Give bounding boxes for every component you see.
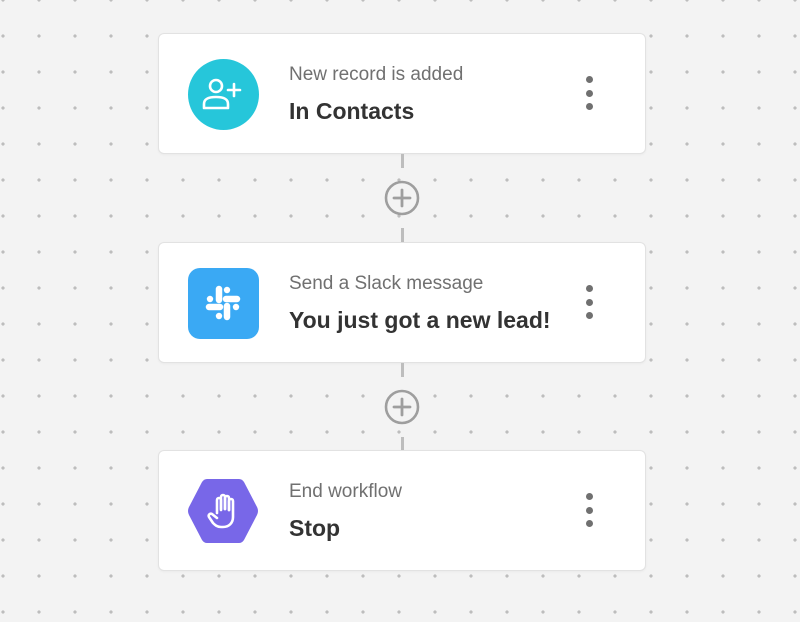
step-subtitle: Send a Slack message bbox=[289, 273, 484, 294]
workflow-step-end[interactable]: End workflow Stop bbox=[158, 450, 646, 571]
more-vertical-icon-dot bbox=[585, 520, 593, 527]
workflow-canvas[interactable]: New record is added In Contacts Send a S… bbox=[0, 0, 800, 622]
workflow-step-trigger[interactable]: New record is added In Contacts bbox=[158, 33, 646, 154]
step-icon-container bbox=[187, 267, 259, 339]
connector-line bbox=[401, 363, 404, 377]
step-icon-container bbox=[187, 58, 259, 130]
step-title: In Contacts bbox=[289, 98, 415, 124]
more-vertical-icon-dot bbox=[585, 285, 593, 292]
slack-icon bbox=[187, 267, 259, 339]
step-subtitle: End workflow bbox=[289, 481, 402, 502]
plus-circle-icon bbox=[384, 389, 420, 425]
add-step-button[interactable] bbox=[384, 389, 420, 425]
plus-circle-icon bbox=[384, 180, 420, 216]
more-vertical-icon-dot bbox=[585, 298, 593, 306]
add-user-icon bbox=[187, 58, 259, 130]
connector-line bbox=[401, 228, 404, 242]
connector-line bbox=[401, 437, 404, 450]
more-vertical-icon-dot bbox=[585, 493, 593, 500]
hand-stop-icon bbox=[187, 477, 259, 545]
step-title: You just got a new lead! bbox=[289, 307, 551, 333]
step-icon-container bbox=[187, 475, 259, 547]
more-vertical-icon-dot bbox=[585, 506, 593, 514]
more-vertical-icon-dot bbox=[585, 312, 593, 319]
more-vertical-icon-dot bbox=[585, 76, 593, 83]
step-menu-button[interactable] bbox=[579, 76, 599, 110]
step-title: Stop bbox=[289, 515, 341, 541]
workflow-step-slack-message[interactable]: Send a Slack message You just got a new … bbox=[158, 242, 646, 363]
more-vertical-icon-dot bbox=[585, 89, 593, 97]
add-step-button[interactable] bbox=[384, 180, 420, 216]
step-menu-button[interactable] bbox=[579, 493, 599, 527]
more-vertical-icon-dot bbox=[585, 103, 593, 110]
connector-line bbox=[401, 154, 404, 168]
step-menu-button[interactable] bbox=[579, 285, 599, 319]
step-subtitle: New record is added bbox=[289, 64, 464, 85]
